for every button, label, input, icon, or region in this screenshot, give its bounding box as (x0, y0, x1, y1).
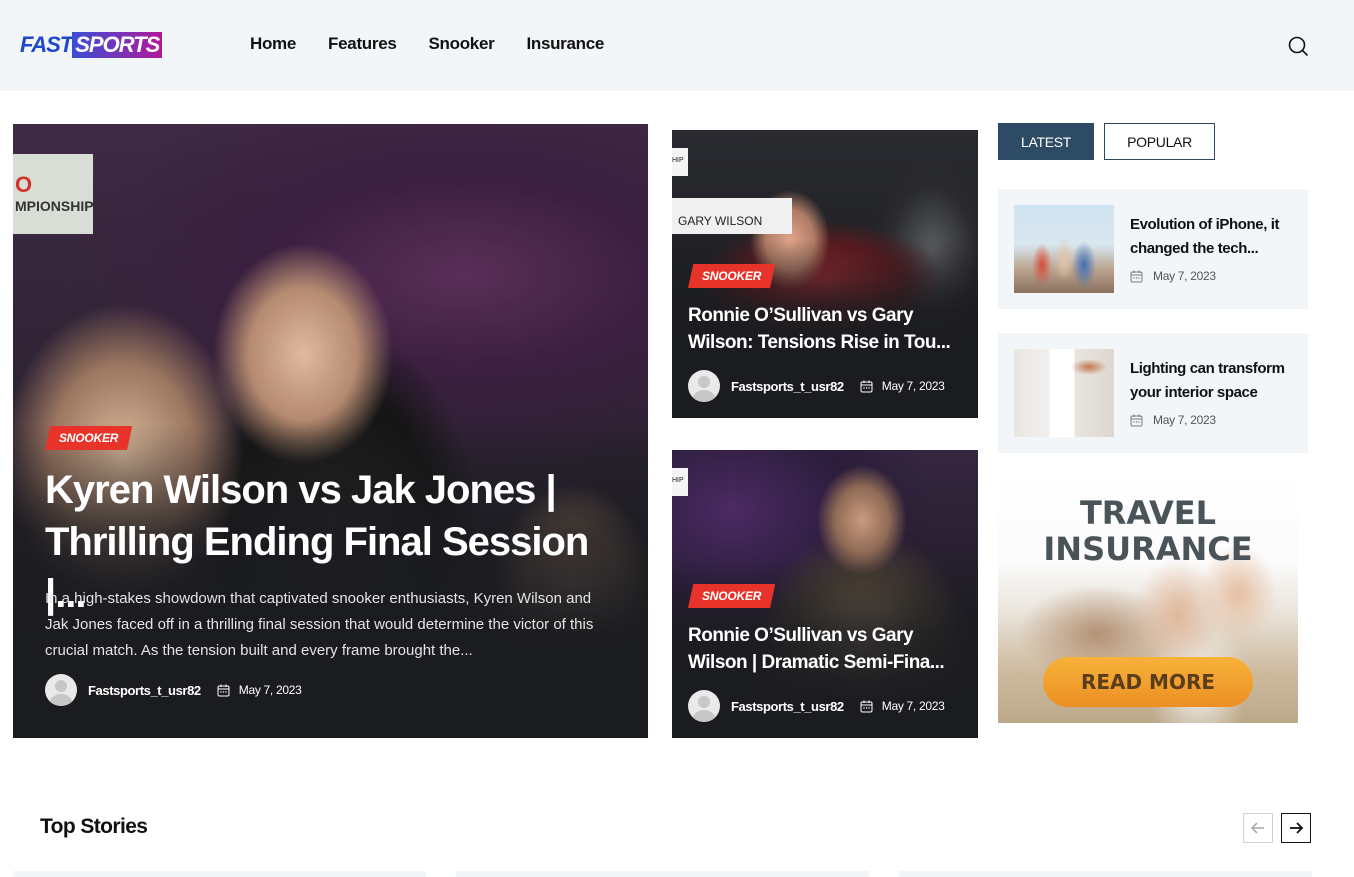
tab-popular[interactable]: POPULAR (1104, 123, 1215, 160)
next-button[interactable] (1281, 813, 1311, 843)
calendar-icon (1130, 414, 1143, 426)
avatar[interactable] (45, 674, 77, 706)
arrow-left-icon (1250, 822, 1264, 834)
post-title[interactable]: Evolution of iPhone, it changed the tech… (1130, 213, 1290, 261)
tab-latest[interactable]: LATEST (998, 123, 1094, 160)
avatar[interactable] (688, 690, 720, 722)
post-thumbnail[interactable] (1014, 349, 1114, 437)
card-meta: Fastsports_t_usr82 May 7, 2023 (688, 370, 945, 402)
main-nav: Home Features Snooker Insurance (250, 34, 604, 54)
author-name[interactable]: Fastsports_t_usr82 (731, 699, 844, 714)
post-meta: May 7, 2023 (1130, 269, 1216, 283)
category-badge[interactable]: SNOOKER (688, 264, 776, 288)
championship-sign: O MPIONSHIP (13, 154, 93, 234)
post-meta: May 7, 2023 (1130, 413, 1216, 427)
calendar-icon (217, 684, 230, 696)
article-card[interactable]: HIP SNOOKER Ronnie O’Sullivan vs Gary Wi… (672, 450, 978, 738)
post-title[interactable]: Lighting can transform your interior spa… (1130, 357, 1290, 405)
list-item[interactable]: Lighting can transform your interior spa… (998, 333, 1308, 453)
ad-headline-line1: TRAVEL (1079, 494, 1217, 532)
championship-sign-o: O (15, 172, 33, 197)
category-badge[interactable]: SNOOKER (45, 426, 133, 450)
site-logo[interactable]: FAST SPORTS (20, 32, 163, 58)
section-title: Top Stories (40, 815, 148, 838)
hero-excerpt: In a high-stakes showdown that captivate… (45, 590, 594, 659)
story-card[interactable] (456, 871, 869, 877)
read-more-button[interactable]: READ MORE (1043, 657, 1253, 707)
category-badge[interactable]: SNOOKER (688, 584, 776, 608)
hero-article[interactable]: O MPIONSHIP SNOOKER Kyren Wilson vs Jak … (13, 124, 648, 738)
card-title[interactable]: Ronnie O’Sullivan vs Gary Wilson | Drama… (688, 622, 966, 676)
post-date: May 7, 2023 (881, 699, 945, 713)
nav-item-insurance[interactable]: Insurance (526, 34, 604, 54)
card-title[interactable]: Ronnie O’Sullivan vs Gary Wilson: Tensio… (688, 302, 966, 356)
calendar-icon (1130, 270, 1143, 282)
card-meta: Fastsports_t_usr82 May 7, 2023 (688, 690, 945, 722)
author-name[interactable]: Fastsports_t_usr82 (731, 379, 844, 394)
calendar-icon (860, 380, 873, 392)
site-header: FAST SPORTS Home Features Snooker Insura… (0, 0, 1354, 91)
list-item[interactable]: Evolution of iPhone, it changed the tech… (998, 189, 1308, 309)
championship-sign-text: MPIONSHIP (15, 198, 93, 215)
side-sign: HIP (672, 468, 688, 496)
hero-meta: Fastsports_t_usr82 May 7, 2023 (45, 674, 302, 706)
post-date: May 7, 2023 (881, 379, 945, 393)
ad-headline-line2: INSURANCE (1043, 530, 1253, 568)
avatar[interactable] (688, 370, 720, 402)
logo-sports-text: SPORTS (72, 32, 163, 58)
post-thumbnail[interactable] (1014, 205, 1114, 293)
prev-button[interactable] (1243, 813, 1273, 843)
story-card[interactable] (13, 871, 426, 877)
author-name[interactable]: Fastsports_t_usr82 (88, 683, 201, 698)
nav-item-features[interactable]: Features (328, 34, 397, 54)
nav-item-snooker[interactable]: Snooker (429, 34, 495, 54)
calendar-icon (860, 700, 873, 712)
article-card[interactable]: HIP GARY WILSON SNOOKER Ronnie O’Sulliva… (672, 130, 978, 418)
side-sign: HIP (672, 148, 688, 176)
post-date: May 7, 2023 (1153, 413, 1216, 427)
name-plate: GARY WILSON (672, 198, 792, 234)
post-date: May 7, 2023 (238, 683, 302, 697)
logo-fast-text: FAST (20, 32, 73, 57)
post-date: May 7, 2023 (1153, 269, 1216, 283)
search-icon[interactable] (1287, 35, 1309, 57)
arrow-right-icon (1290, 822, 1304, 834)
nav-item-home[interactable]: Home (250, 34, 296, 54)
story-card[interactable] (899, 871, 1312, 877)
travel-insurance-ad[interactable]: TRAVEL INSURANCE READ MORE (998, 474, 1298, 723)
